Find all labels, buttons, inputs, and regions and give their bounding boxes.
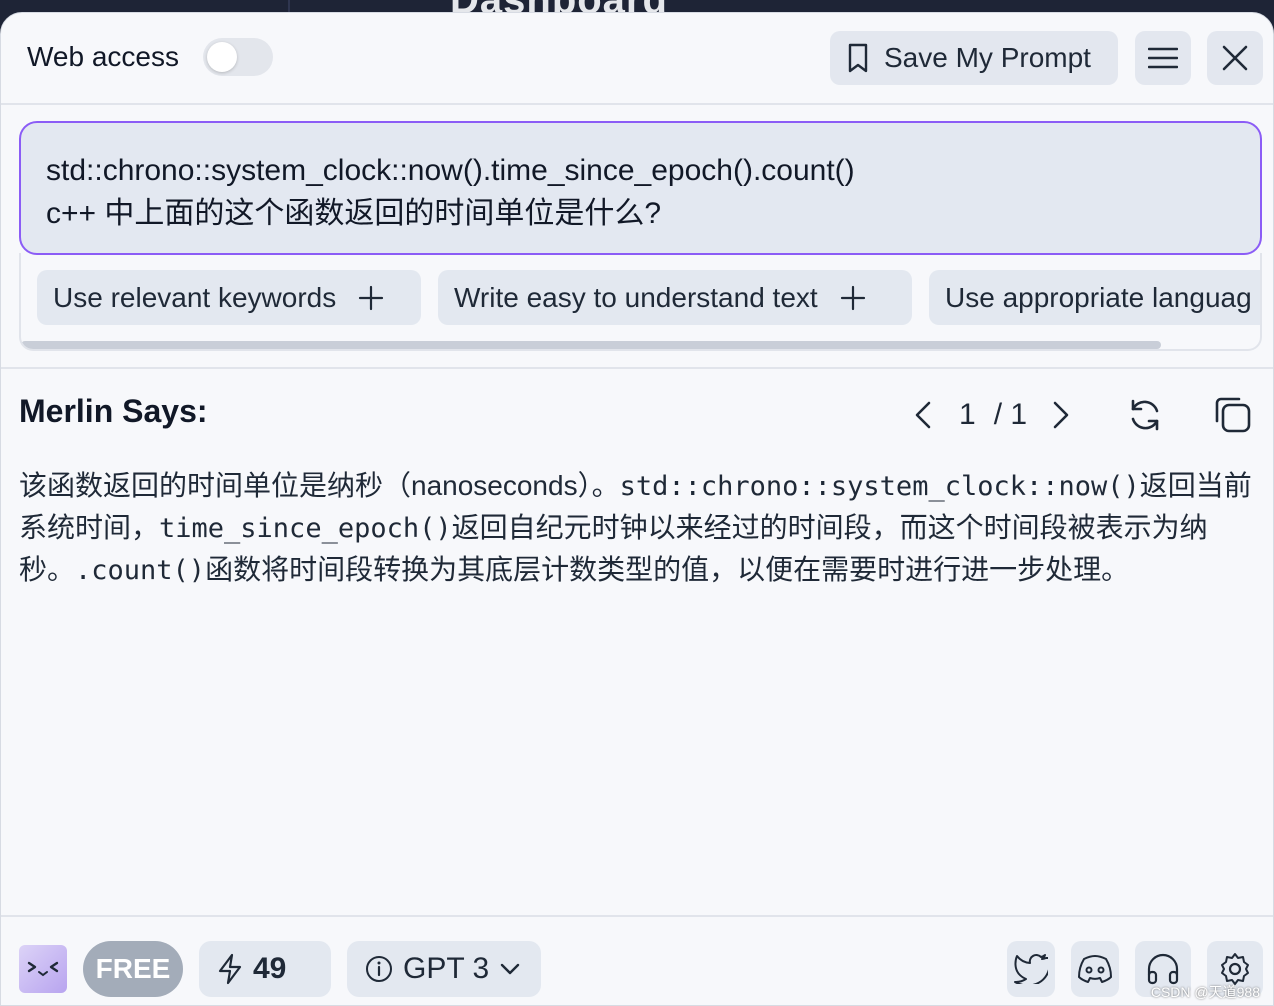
twitter-button[interactable] (1007, 941, 1055, 997)
suggestion-chip-label: Use relevant keywords (53, 281, 337, 313)
credits-count: 49 (253, 952, 287, 985)
close-button[interactable] (1207, 31, 1263, 85)
gear-icon (1218, 952, 1252, 986)
suggestion-chip[interactable]: Write easy to understand text (438, 270, 912, 325)
page-total: / 1 (993, 398, 1028, 431)
suggestion-chip-label: Write easy to understand text (454, 281, 818, 313)
copy-icon[interactable] (1213, 395, 1253, 435)
discord-button[interactable] (1071, 941, 1119, 997)
refresh-icon[interactable] (1127, 397, 1163, 433)
bookmark-icon (846, 43, 870, 73)
suggestion-chips: Use relevant keywords Write easy to unde… (19, 253, 1262, 351)
save-my-prompt-button[interactable]: Save My Prompt (830, 31, 1118, 85)
discord-icon (1076, 954, 1114, 984)
response-pager: 1 / 1 (913, 393, 1253, 437)
twitter-icon (1014, 954, 1048, 984)
web-access-toggle[interactable] (203, 38, 273, 76)
merlin-panel: Web access Save My Prompt std::chrono::s… (0, 12, 1274, 1006)
plan-badge[interactable]: FREE (83, 941, 183, 997)
credits-pill[interactable]: 49 (199, 941, 331, 997)
response-code: std::chrono::system_clock::now() (619, 471, 1140, 502)
chevron-right-icon[interactable] (1051, 400, 1071, 430)
plus-icon (358, 285, 384, 311)
model-selector[interactable]: GPT 3 (347, 941, 541, 997)
headphones-icon (1146, 953, 1180, 985)
chevron-left-icon[interactable] (913, 400, 933, 430)
footer-divider (1, 915, 1273, 917)
horizontal-scrollbar[interactable] (21, 341, 1161, 349)
info-icon (365, 955, 393, 983)
panel-header: Web access Save My Prompt (1, 13, 1273, 105)
plus-icon (840, 285, 866, 311)
section-divider (1, 367, 1273, 369)
response-segment: 该函数返回的时间单位是纳秒（nanoseconds）。 (19, 470, 620, 501)
model-label: GPT 3 (403, 952, 490, 985)
response-title: Merlin Says: (19, 393, 208, 429)
chevron-down-icon (499, 962, 521, 976)
menu-button[interactable] (1135, 31, 1191, 85)
response-segment: 函数将时间段转换为其底层计数类型的值，以便在需要时进行进一步处理。 (205, 554, 1130, 585)
suggestion-chip-label: Use appropriate languag (945, 281, 1252, 313)
toggle-knob (207, 42, 237, 72)
page-current: 1 (959, 398, 976, 431)
prompt-line-1: std::chrono::system_clock::now().time_si… (46, 154, 855, 187)
response-code: time_since_epoch() (159, 513, 452, 544)
lightning-icon (217, 953, 243, 985)
close-icon (1222, 45, 1248, 71)
prompt-line-2: c++ 中上面的这个函数返回的时间单位是什么? (46, 197, 662, 230)
save-my-prompt-label: Save My Prompt (884, 42, 1091, 73)
web-access-label: Web access (27, 41, 179, 72)
merlin-logo (19, 945, 67, 993)
watermark: CSDN @天道988 (1150, 984, 1260, 1000)
response-text: 该函数返回的时间单位是纳秒（nanoseconds）。std::chrono::… (19, 465, 1259, 591)
suggestion-chip[interactable]: Use relevant keywords (37, 270, 421, 325)
prompt-input[interactable]: std::chrono::system_clock::now().time_si… (19, 121, 1262, 255)
response-code: .count() (75, 555, 206, 586)
hamburger-icon (1148, 46, 1178, 70)
suggestion-chip[interactable]: Use appropriate languag (929, 270, 1260, 325)
